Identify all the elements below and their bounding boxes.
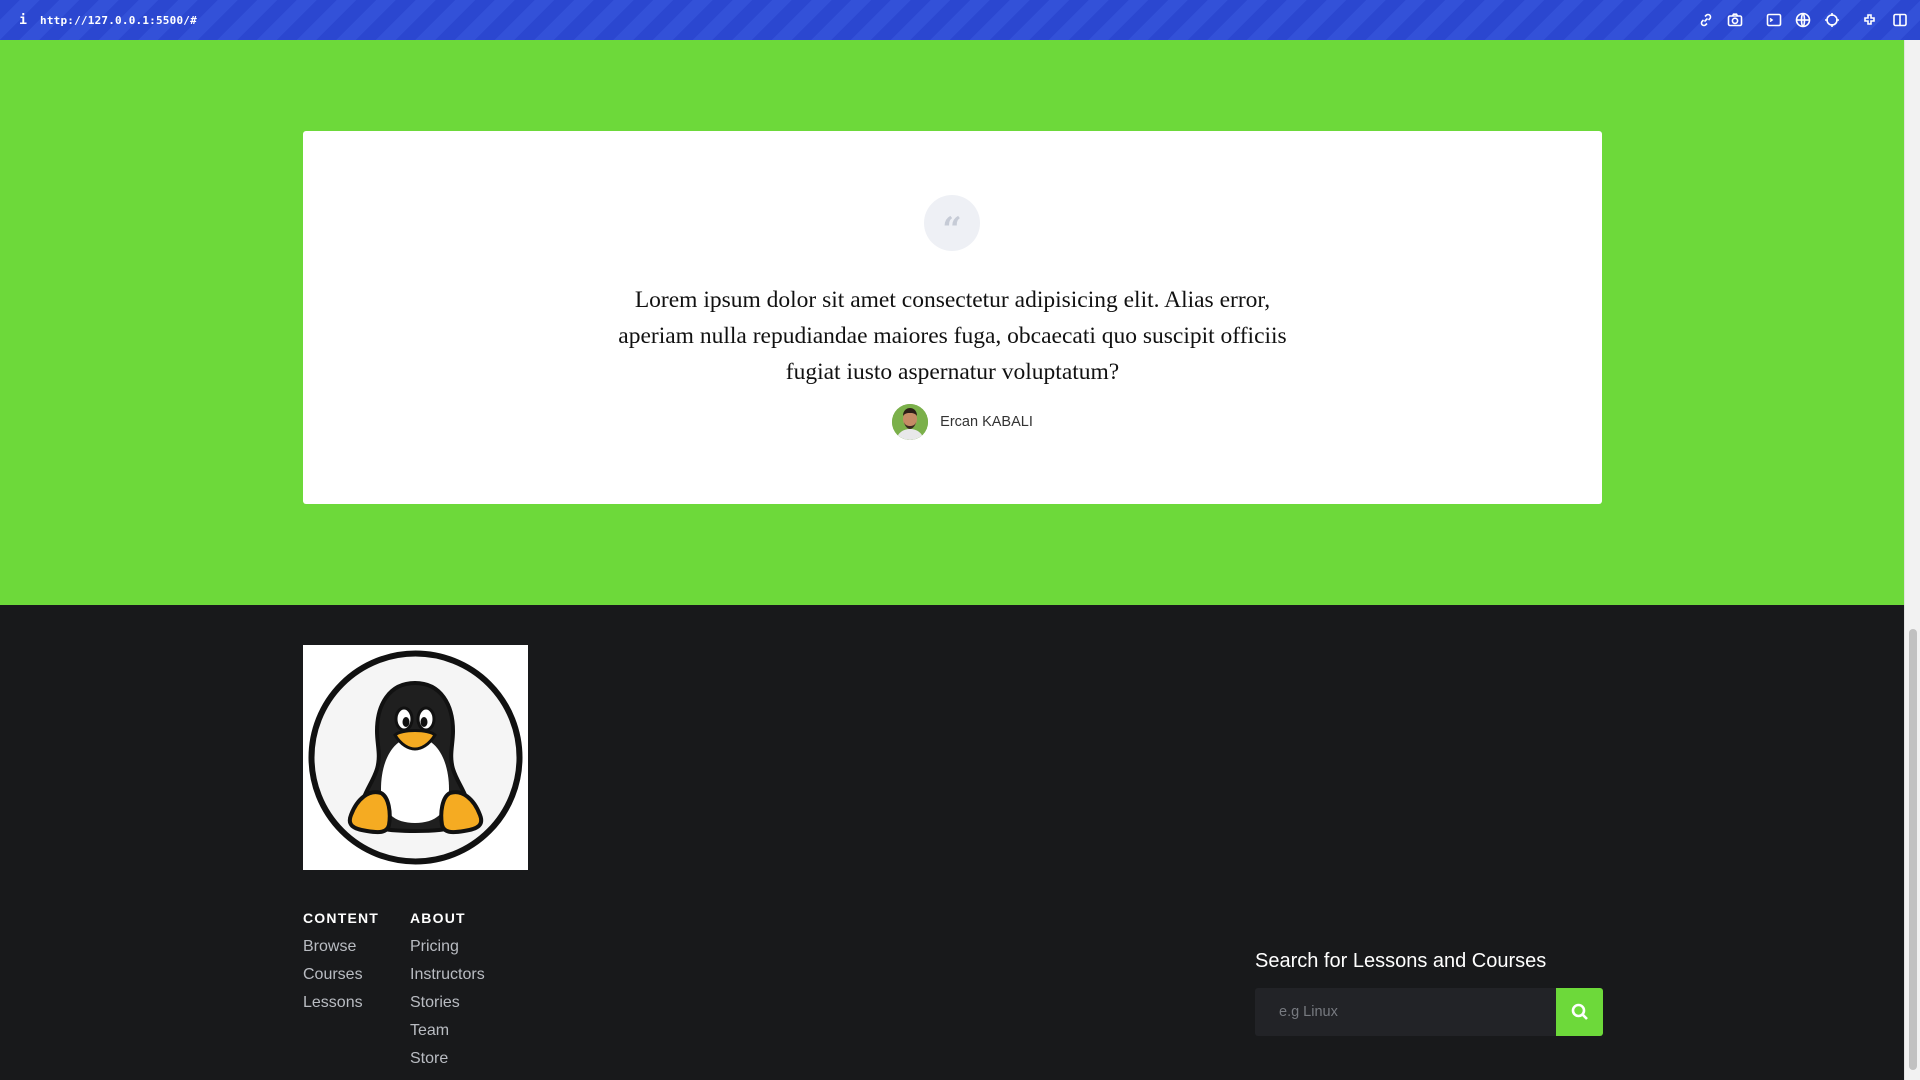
browser-toolbar: i http://127.0.0.1:5500/# [0,0,1920,40]
footer-link-stories[interactable]: Stories [410,994,460,1012]
testimonial-card: “ Lorem ipsum dolor sit amet consectetur… [303,131,1602,504]
footer-link-instructors[interactable]: Instructors [410,966,485,984]
link-icon[interactable] [1697,11,1715,29]
globe-icon[interactable] [1794,11,1812,29]
avatar [892,404,929,440]
footer-link-courses[interactable]: Courses [303,966,363,984]
testimonial-author: Ercan KABALI [303,404,1602,440]
terminal-icon[interactable] [1765,11,1783,29]
browser-actions [1697,0,1920,40]
crosshair-icon[interactable] [1823,11,1841,29]
testimonial-section: “ Lorem ipsum dolor sit amet consectetur… [0,40,1904,605]
scrollbar[interactable] [1904,40,1920,1080]
footer-link-pricing[interactable]: Pricing [410,938,459,956]
search-form [1255,988,1603,1036]
address-bar-url[interactable]: http://127.0.0.1:5500/# [40,14,197,27]
quote-glyph: “ [942,210,962,250]
footer-link-browse[interactable]: Browse [303,938,356,956]
search-icon [1571,1003,1588,1020]
site-footer: CONTENT Browse Courses Lessons ABOUT Pri… [0,605,1904,1080]
footer-link-team[interactable]: Team [410,1022,449,1040]
camera-icon[interactable] [1726,11,1744,29]
footer-about-title: ABOUT [410,910,466,926]
author-name: Ercan KABALI [940,414,1033,430]
linux-tux-logo[interactable] [303,645,528,870]
search-title: Search for Lessons and Courses [1255,950,1547,972]
search-input[interactable] [1255,988,1556,1036]
footer-link-lessons[interactable]: Lessons [303,994,363,1012]
quote-icon: “ [924,195,980,251]
footer-content-title: CONTENT [303,910,380,926]
testimonial-quote: Lorem ipsum dolor sit amet consectetur a… [618,287,1287,385]
footer-link-store[interactable]: Store [410,1050,448,1068]
sidebar-icon[interactable] [1891,11,1909,29]
info-icon[interactable]: i [12,13,34,28]
extension-icon[interactable] [1862,11,1880,29]
search-button[interactable] [1556,988,1603,1036]
scrollbar-thumb[interactable] [1909,629,1917,1070]
